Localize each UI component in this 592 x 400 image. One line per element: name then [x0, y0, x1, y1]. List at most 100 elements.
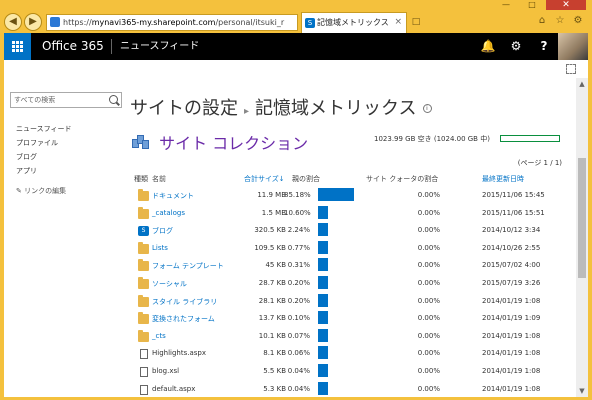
row-last-modified: 2015/07/02 4:00 — [482, 261, 541, 270]
table-row[interactable]: default.aspx 5.3 KB 0.04% 0.00% 2014/01/19 1… — [134, 380, 572, 397]
row-last-modified: 2015/11/06 15:51 — [482, 208, 545, 217]
file-icon — [140, 384, 148, 395]
tab-storage-metrics[interactable]: S 記憶域メトリックス × — [301, 12, 407, 33]
ribbon-row — [4, 60, 588, 78]
minimize-button[interactable]: — — [494, 0, 518, 10]
address-bar[interactable]: https://mynavi365-my.sharepoint.com/pers… — [46, 14, 298, 31]
pager: (ページ 1 / 1) — [517, 159, 562, 167]
forward-arrow-icon[interactable]: ▶ — [24, 13, 42, 31]
header-quota-pct[interactable]: サイト クォータの割合 — [366, 174, 438, 184]
table-row[interactable]: ソーシャル 28.7 KB 0.20% 0.00% 2015/07/19 3:26 — [134, 274, 572, 292]
table-row[interactable]: 変換されたフォーム 13.7 KB 0.10% 0.00% 2014/01/19 1:0… — [134, 309, 572, 327]
header-parent-pct[interactable]: 親の割合 — [292, 174, 320, 184]
site-collection-icon — [132, 133, 150, 151]
row-name[interactable]: 変換されたフォーム — [152, 314, 215, 324]
row-quota-pct: 0.00% — [417, 261, 440, 270]
row-parent-pct: 0.04% — [287, 384, 310, 393]
table-row[interactable]: ドキュメント 11.9 MB 85.18% 0.00% 2015/11/06 15:45 — [134, 186, 572, 204]
gear-icon[interactable]: ⚙ — [502, 33, 530, 60]
row-name[interactable]: ドキュメント — [152, 191, 194, 201]
info-icon[interactable]: i — [422, 104, 432, 113]
edit-links-label: リンクの編集 — [24, 187, 67, 195]
row-quota-pct: 0.00% — [417, 366, 440, 375]
parent-pct-bar — [318, 223, 328, 237]
row-last-modified: 2014/01/19 1:08 — [482, 296, 541, 305]
row-name[interactable]: ブログ — [152, 226, 173, 236]
home-icon[interactable]: ⌂ — [536, 15, 548, 27]
quota-bar — [500, 135, 560, 142]
tab-close-icon[interactable]: × — [394, 13, 402, 32]
row-size: 45 KB — [265, 261, 286, 270]
table-row[interactable]: _cts 10.1 KB 0.07% 0.00% 2014/01/19 1:08 — [134, 327, 572, 345]
help-icon[interactable]: ? — [530, 33, 558, 60]
search-input[interactable]: すべての検索 — [10, 92, 122, 108]
parent-pct-bar — [318, 188, 354, 201]
new-tab-icon[interactable]: □ — [409, 15, 423, 29]
nav-item-newsfeed[interactable]: ニュースフィード — [16, 122, 72, 136]
folder-icon — [138, 259, 149, 272]
row-quota-pct: 0.00% — [417, 208, 440, 217]
table-row[interactable]: _catalogs 1.5 MB 10.60% 0.00% 2015/11/06 15:… — [134, 204, 572, 222]
parent-pct-bar — [318, 205, 328, 219]
table-row[interactable]: スタイル ライブラリ 28.1 KB 0.20% 0.00% 2014/01/19 1:… — [134, 292, 572, 310]
parent-pct-bar — [318, 240, 328, 254]
office365-brand[interactable]: Office 365 — [42, 33, 104, 60]
avatar[interactable] — [558, 33, 588, 60]
parent-pct-bar — [318, 381, 328, 395]
back-arrow-icon[interactable]: ◀ — [4, 13, 22, 31]
scroll-thumb[interactable] — [578, 158, 586, 278]
row-quota-pct: 0.00% — [417, 384, 440, 393]
table-row[interactable]: Lists 109.5 KB 0.77% 0.00% 2014/10/26 2:55 — [134, 239, 572, 257]
window-controls: — □ ✕ — [494, 0, 586, 10]
app-title[interactable]: ニュースフィード — [120, 33, 199, 60]
nav-item-blog[interactable]: ブログ — [16, 150, 72, 164]
row-parent-pct: 0.06% — [287, 349, 310, 358]
edit-links-link[interactable]: ✎ リンクの編集 — [16, 186, 66, 196]
breadcrumb-current: 記憶域メトリックス — [255, 98, 417, 119]
focus-content-icon[interactable] — [566, 64, 576, 74]
lock-icon — [50, 17, 60, 27]
row-quota-pct: 0.00% — [417, 191, 440, 199]
table-row[interactable]: S ブログ 320.5 KB 2.24% 0.00% 2014/10/12 3:34 — [134, 221, 572, 239]
row-last-modified: 2014/01/19 1:08 — [482, 384, 541, 393]
page-title: サイトの設定 ▸ 記憶域メトリックス i — [130, 94, 432, 120]
maximize-button[interactable]: □ — [520, 0, 544, 10]
row-name[interactable]: フォーム テンプレート — [152, 261, 224, 271]
row-size: 13.7 KB — [258, 314, 286, 323]
row-name[interactable]: _catalogs — [152, 209, 185, 217]
row-name[interactable]: ソーシャル — [152, 279, 187, 289]
row-name[interactable]: _cts — [152, 332, 166, 340]
row-last-modified: 2015/07/19 3:26 — [482, 278, 541, 287]
file-icon — [140, 349, 148, 360]
row-last-modified: 2014/01/19 1:08 — [482, 331, 541, 340]
header-last-modified[interactable]: 最終更新日時 — [482, 174, 524, 184]
table-row[interactable]: フォーム テンプレート 45 KB 0.31% 0.00% 2015/07/02 4:0… — [134, 256, 572, 274]
page-content: Office 365 ニュースフィード 🔔 ⚙ ? すべての検索 ニュースフィー… — [4, 33, 588, 397]
search-placeholder: すべての検索 — [14, 96, 56, 104]
table-row[interactable]: Highlights.aspx 8.1 KB 0.06% 0.00% 2014/01/1… — [134, 344, 572, 362]
gear-icon[interactable]: ⚙ — [572, 15, 584, 27]
main-area: サイトの設定 ▸ 記憶域メトリックス i サイト コレクション 1023.99 GB … — [128, 78, 576, 397]
scroll-down-icon[interactable]: ▼ — [576, 385, 588, 397]
nav-item-profile[interactable]: プロファイル — [16, 136, 72, 150]
breadcrumb-site-settings[interactable]: サイトの設定 — [130, 98, 238, 119]
app-launcher-button[interactable] — [4, 33, 31, 60]
row-name[interactable]: スタイル ライブラリ — [152, 297, 217, 307]
scroll-up-icon[interactable]: ▲ — [576, 78, 588, 90]
file-icon — [140, 366, 148, 377]
brand-divider — [111, 39, 112, 54]
header-total-size[interactable]: 合計サイズ↓ — [244, 174, 285, 184]
table-row[interactable]: blog.xsl 5.5 KB 0.04% 0.00% 2014/01/19 1:08 — [134, 362, 572, 380]
browser-icons: ⌂ ☆ ⚙ — [536, 15, 584, 27]
search-icon[interactable] — [109, 95, 118, 104]
vertical-scrollbar[interactable]: ▲ ▼ — [576, 78, 588, 397]
bell-icon[interactable]: 🔔 — [474, 33, 502, 60]
star-icon[interactable]: ☆ — [554, 15, 566, 27]
row-quota-pct: 0.00% — [417, 278, 440, 287]
close-button[interactable]: ✕ — [546, 0, 586, 10]
row-name[interactable]: Lists — [152, 244, 168, 252]
nav-item-apps[interactable]: アプリ — [16, 164, 72, 178]
row-parent-pct: 0.04% — [287, 366, 310, 375]
row-quota-pct: 0.00% — [417, 331, 440, 340]
header-name[interactable]: 名前 — [152, 174, 166, 184]
